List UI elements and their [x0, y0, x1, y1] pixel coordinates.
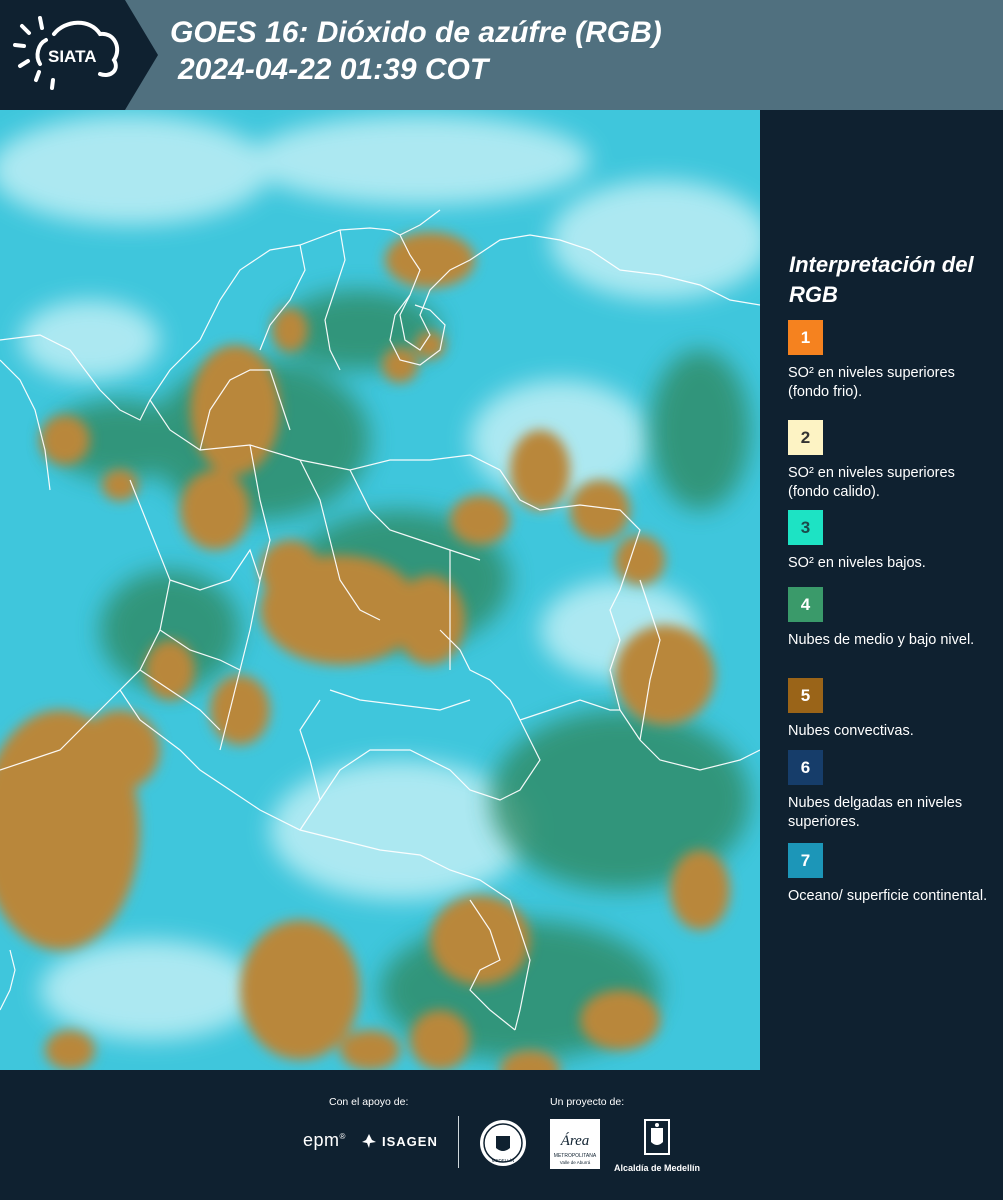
sun-cloud-icon: SIATA [13, 16, 120, 90]
satellite-image [0, 110, 760, 1070]
alcaldia-shield-icon [644, 1119, 670, 1155]
legend-swatch: 7 [788, 843, 823, 878]
legend-swatch: 1 [788, 320, 823, 355]
legend-swatch: 3 [788, 510, 823, 545]
legend-swatch: 5 [788, 678, 823, 713]
alcaldia-label: Alcaldía de Medellín [613, 1163, 701, 1173]
legend-swatch: 2 [788, 420, 823, 455]
legend-panel: Interpretación del RGB 1 SO² en niveles s… [760, 110, 1003, 1070]
legend-item: 2 SO² en niveles superiores (fondo calido… [788, 420, 993, 502]
isagen-logo: ISAGEN [360, 1132, 438, 1150]
svg-text:METROPOLITANA: METROPOLITANA [554, 1153, 597, 1159]
legend-item: 4 Nubes de medio y bajo nivel. [788, 587, 993, 650]
alcaldia-logo: Alcaldía de Medellín [612, 1118, 702, 1173]
epm-registered-mark: ® [339, 1132, 346, 1141]
siata-logo: SIATA [0, 0, 158, 110]
epm-logo: epm® [303, 1130, 346, 1151]
svg-text:Área: Área [560, 1132, 590, 1149]
legend-title: Interpretación del RGB [789, 252, 974, 307]
project-label: Un proyecto de: [550, 1096, 625, 1108]
legend-description: Oceano/ superficie continental. [788, 888, 988, 904]
title-line-product: GOES 16: Dióxido de azúfre (RGB) [170, 16, 662, 49]
legend-swatch: 4 [788, 587, 823, 622]
isagen-logo-text: ISAGEN [382, 1133, 438, 1149]
header-bar: SIATA GOES 16: Dióxido de azúfre (RGB) 2… [0, 0, 1003, 110]
isagen-icon [362, 1134, 376, 1148]
medellin-seal-icon: MEDELLÍN [480, 1120, 526, 1166]
legend-description: Nubes de medio y bajo nivel. [788, 632, 975, 648]
legend-description: SO² en niveles superiores (fondo frio). [788, 365, 955, 400]
legend-item: 6 Nubes delgadas en niveles superiores. [788, 750, 993, 832]
satellite-map [0, 110, 760, 1070]
legend-item: 3 SO² en niveles bajos. [788, 510, 993, 573]
legend-description: Nubes convectivas. [788, 723, 914, 739]
support-label: Con el apoyo de: [329, 1096, 409, 1108]
footer-divider [458, 1116, 459, 1168]
legend-description: Nubes delgadas en niveles superiores. [788, 795, 963, 830]
epm-logo-text: epm [303, 1130, 340, 1150]
legend-item: 7 Oceano/ superficie continental. [788, 843, 993, 906]
legend-description: SO² en niveles bajos. [788, 555, 926, 571]
title-line-datetime: 2024-04-22 01:39 COT [178, 53, 489, 86]
svg-text:Valle de Aburrá: Valle de Aburrá [560, 1160, 591, 1165]
area-metropolitana-logo: Área METROPOLITANA Valle de Aburrá [550, 1119, 600, 1169]
legend-swatch: 6 [788, 750, 823, 785]
legend-item: 5 Nubes convectivas. [788, 678, 993, 741]
footer: Con el apoyo de: Un proyecto de: epm® IS… [0, 1070, 1003, 1200]
page-title: GOES 16: Dióxido de azúfre (RGB) 2024-04… [170, 14, 662, 88]
svg-text:MEDELLÍN: MEDELLÍN [492, 1157, 515, 1163]
svg-text:SIATA: SIATA [48, 47, 96, 66]
legend-item: 1 SO² en niveles superiores (fondo frio). [788, 320, 993, 402]
legend-description: SO² en niveles superiores (fondo calido)… [788, 465, 955, 500]
